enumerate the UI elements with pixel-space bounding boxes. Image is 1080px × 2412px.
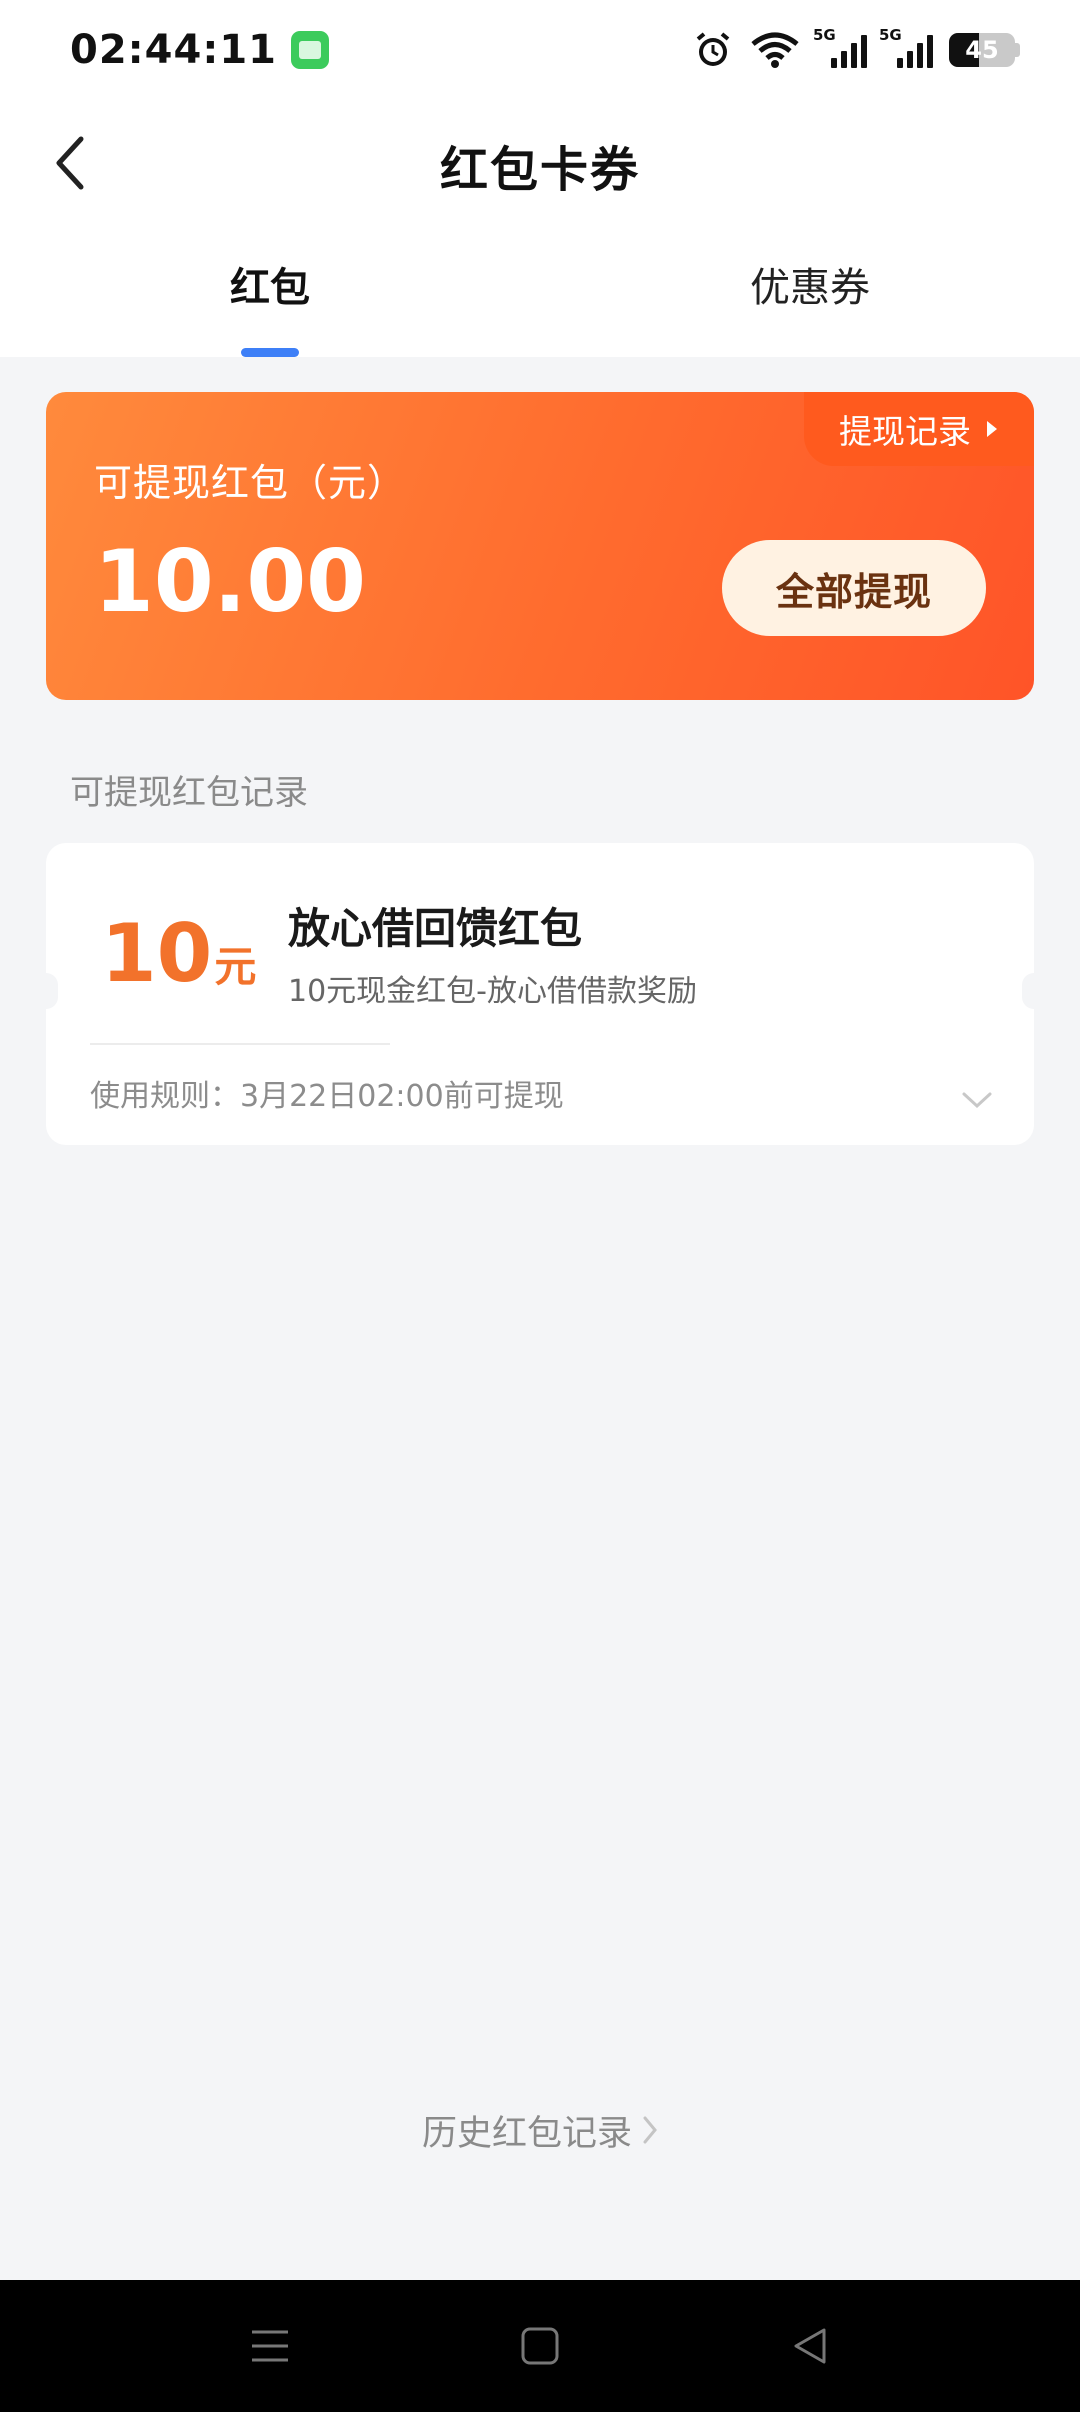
red-packet-card[interactable]: 10 元 放心借回馈红包 10元现金红包-放心借借款奖励 使用规则：3月22日0…: [34, 843, 1046, 1145]
back-triangle-icon: [794, 2328, 826, 2364]
tab-label: 优惠券: [750, 264, 870, 311]
battery-level: 45: [965, 36, 999, 64]
5g-signal-icon: 5G: [879, 26, 933, 68]
history-record-label: 历史红包记录: [421, 2113, 632, 2154]
status-icons: 5G 5G 45: [693, 26, 1020, 70]
nav-header: 红包卡券: [0, 100, 1080, 230]
message-app-icon: [290, 31, 329, 69]
tab-red-packet[interactable]: 红包: [0, 230, 540, 357]
coupon-amount-unit: 元: [214, 942, 257, 991]
ticket-notch-left: [34, 973, 58, 1009]
menu-button[interactable]: [240, 2316, 300, 2376]
tab-coupons[interactable]: 优惠券: [540, 230, 1080, 357]
coupon-rule: 使用规则：3月22日02:00前可提现: [90, 1079, 564, 1114]
screen: 02:44:11 5G 5G 45 红包卡券 红包 优惠券 提现记录 可提现红包…: [0, 0, 1080, 2412]
balance-amount: 10.00: [94, 532, 367, 632]
home-icon: [521, 2327, 559, 2365]
tab-bar: 红包 优惠券: [0, 230, 1080, 357]
coupon-amount: 10 元: [101, 907, 256, 1000]
divider: [90, 1043, 390, 1045]
home-button[interactable]: [510, 2316, 570, 2376]
coupon-title: 放心借回馈红包: [288, 904, 583, 953]
status-bar: 02:44:11 5G 5G 45: [0, 0, 1080, 100]
active-tab-indicator: [241, 348, 299, 357]
page-title: 红包卡券: [439, 142, 640, 198]
battery-icon: 45: [949, 33, 1020, 67]
expand-rules-button[interactable]: [952, 1075, 1002, 1125]
chevron-left-icon: [56, 136, 84, 190]
balance-label: 可提现红包（元）: [94, 461, 407, 505]
section-title: 可提现红包记录: [70, 773, 308, 813]
withdraw-record-label: 提现记录: [839, 412, 971, 451]
history-record-link[interactable]: 历史红包记录: [0, 2100, 1080, 2160]
back-nav-button[interactable]: [780, 2316, 840, 2376]
menu-icon: [252, 2330, 288, 2362]
coupon-amount-value: 10: [101, 907, 213, 1000]
withdraw-all-button[interactable]: 全部提现: [722, 540, 986, 636]
chevron-down-icon: [962, 1092, 992, 1109]
back-button[interactable]: [36, 128, 106, 198]
alarm-icon: [693, 30, 733, 70]
chevron-right-icon: [643, 2116, 657, 2144]
status-time: 02:44:11: [70, 27, 277, 73]
caret-right-icon: [987, 421, 997, 437]
5g-signal-icon: 5G: [813, 26, 867, 68]
coupon-description: 10元现金红包-放心借借款奖励: [288, 974, 697, 1009]
tab-label: 红包: [230, 264, 310, 311]
wifi-icon: [749, 30, 801, 70]
ticket-notch-right: [1022, 973, 1046, 1009]
system-nav-bar: [0, 2280, 1080, 2412]
signal-tag: 5G: [813, 26, 836, 44]
signal-tag: 5G: [879, 26, 902, 44]
withdraw-record-link[interactable]: 提现记录: [804, 392, 1034, 466]
withdrawable-balance-card: 提现记录 可提现红包（元） 10.00 全部提现: [46, 392, 1034, 700]
